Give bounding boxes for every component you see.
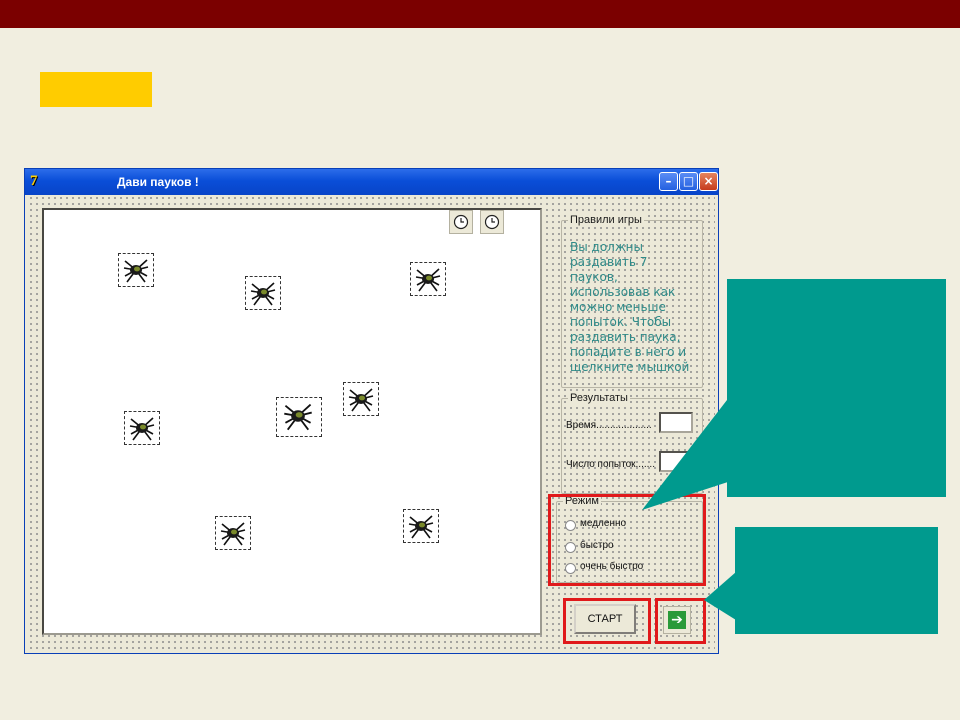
rules-text: Вы должны раздавить 7 пауков, использова…: [570, 240, 690, 374]
spider-icon: [129, 417, 155, 441]
slide-accent-tag: [40, 72, 152, 107]
minimize-icon: –: [665, 174, 672, 188]
spider[interactable]: [245, 276, 281, 310]
spider-icon: [250, 282, 276, 306]
callout-pointer-lower: [704, 572, 736, 620]
spider[interactable]: [343, 382, 379, 416]
spider[interactable]: [215, 516, 251, 550]
timer-component-2[interactable]: [480, 210, 504, 234]
spider-icon: [220, 522, 246, 546]
slide-top-bar: [0, 0, 960, 28]
spider-icon: [415, 268, 441, 292]
spider[interactable]: [124, 411, 160, 445]
timer-component-1[interactable]: [449, 210, 473, 234]
game-field[interactable]: [42, 208, 542, 635]
rules-legend: Правили игры: [568, 214, 644, 226]
rules-groupbox: Правили игры Вы должны раздавить 7 пауко…: [561, 214, 703, 388]
spider-icon: [348, 388, 374, 412]
callout-box-upper: [727, 279, 946, 497]
maximize-icon: □: [682, 174, 695, 188]
clock-icon: [484, 214, 500, 230]
close-icon: ×: [703, 174, 714, 188]
minimize-button[interactable]: –: [659, 172, 678, 191]
spider[interactable]: [276, 397, 322, 437]
spider-icon: [284, 403, 312, 431]
start-highlight-frame: [563, 598, 651, 644]
spider-icon: [408, 515, 434, 539]
window-titlebar[interactable]: 7 Дави пауков ! – □ ×: [25, 169, 718, 195]
spider[interactable]: [410, 262, 446, 296]
callout-pointer-upper: [642, 400, 734, 510]
close-button[interactable]: ×: [699, 172, 718, 191]
window-title: Дави пауков !: [117, 175, 199, 189]
results-legend: Результаты: [568, 392, 630, 404]
app-icon: 7: [30, 173, 38, 189]
spider[interactable]: [118, 253, 154, 287]
clock-icon: [453, 214, 469, 230]
spider-icon: [123, 259, 149, 283]
maximize-button[interactable]: □: [679, 172, 698, 191]
next-highlight-frame: [655, 598, 706, 644]
spider[interactable]: [403, 509, 439, 543]
callout-box-lower: [735, 527, 938, 634]
